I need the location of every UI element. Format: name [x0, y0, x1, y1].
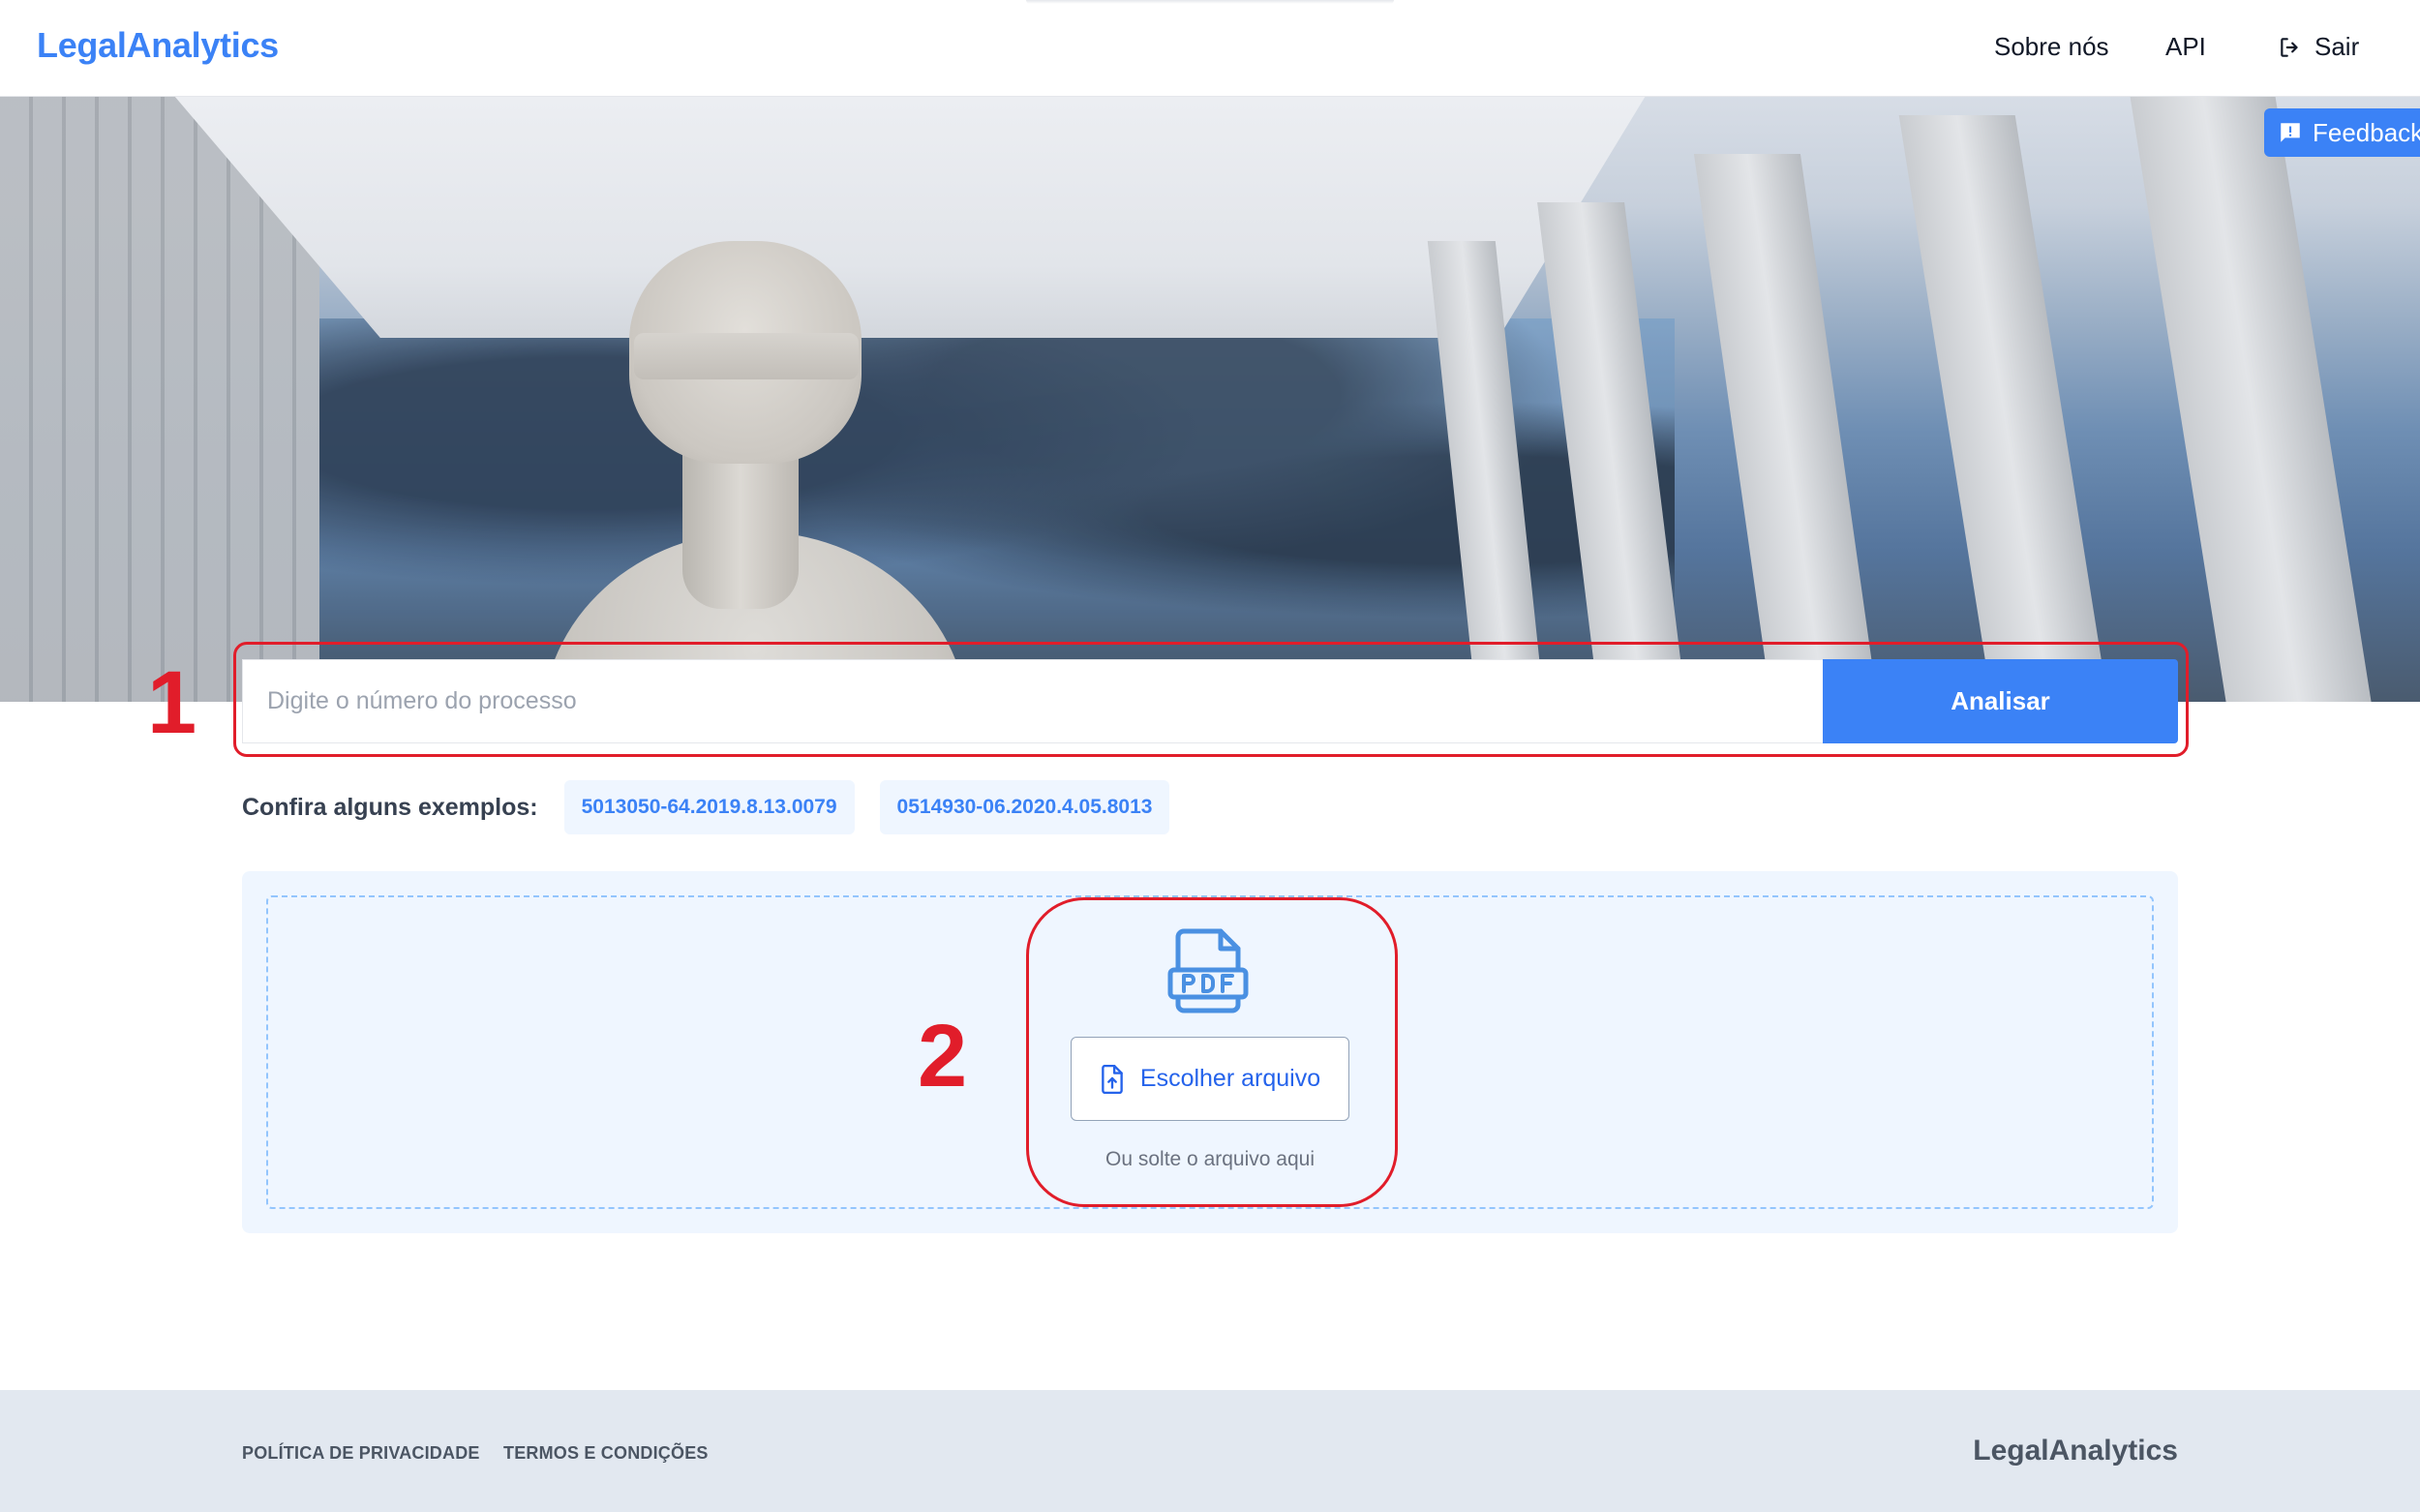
example-chip-2[interactable]: 0514930-06.2020.4.05.8013: [879, 780, 1170, 834]
hero-column: [1898, 115, 2109, 702]
search-bar: Analisar: [242, 659, 2178, 743]
hero-ceiling: [174, 96, 1646, 338]
choose-file-label: Escolher arquivo: [1139, 1065, 1321, 1092]
top-navbar: LegalAnalytics Sobre nós API Sair: [0, 0, 2420, 97]
hero-column: [1693, 154, 1879, 702]
example-chip-1[interactable]: 5013050-64.2019.8.13.0079: [563, 780, 855, 834]
footer: POLÍTICA DE PRIVACIDADE TERMOS E CONDIÇÕ…: [0, 1390, 2420, 1512]
header-tab-shadow: [1026, 0, 1394, 4]
feedback-label: Feedback: [2313, 117, 2420, 147]
analyze-button[interactable]: Analisar: [1823, 659, 2178, 743]
footer-brand: LegalAnalytics: [1973, 1435, 2178, 1467]
pdf-file-icon: [1167, 928, 1249, 1013]
logout-button[interactable]: Sair: [2278, 32, 2359, 62]
choose-file-button[interactable]: Escolher arquivo: [1071, 1037, 1349, 1121]
statue-blindfold: [634, 333, 859, 379]
nav-api-link[interactable]: API: [2165, 32, 2206, 62]
terms-link[interactable]: TERMOS E CONDIÇÕES: [503, 1443, 709, 1464]
annotation-number-2: 2: [918, 1007, 968, 1105]
logout-label: Sair: [2314, 32, 2360, 61]
feedback-icon: [2281, 123, 2300, 142]
hero-column: [2130, 96, 2372, 702]
feedback-button[interactable]: Feedback: [2264, 108, 2420, 157]
annotation-number-1: 1: [147, 653, 197, 752]
examples-row: Confira alguns exemplos: 5013050-64.2019…: [242, 780, 1195, 834]
privacy-policy-link[interactable]: POLÍTICA DE PRIVACIDADE: [242, 1443, 480, 1464]
process-number-input[interactable]: [242, 659, 1823, 743]
hero-image: [0, 96, 2420, 702]
nav-about-link[interactable]: Sobre nós: [1994, 32, 2109, 62]
file-upload-icon: [1102, 1064, 1123, 1094]
drop-hint-text: Ou solte o arquivo aqui: [1105, 1148, 1315, 1170]
examples-label: Confira alguns exemplos:: [242, 793, 538, 821]
brand-logo[interactable]: LegalAnalytics: [37, 25, 279, 66]
logout-icon: [2281, 37, 2298, 57]
